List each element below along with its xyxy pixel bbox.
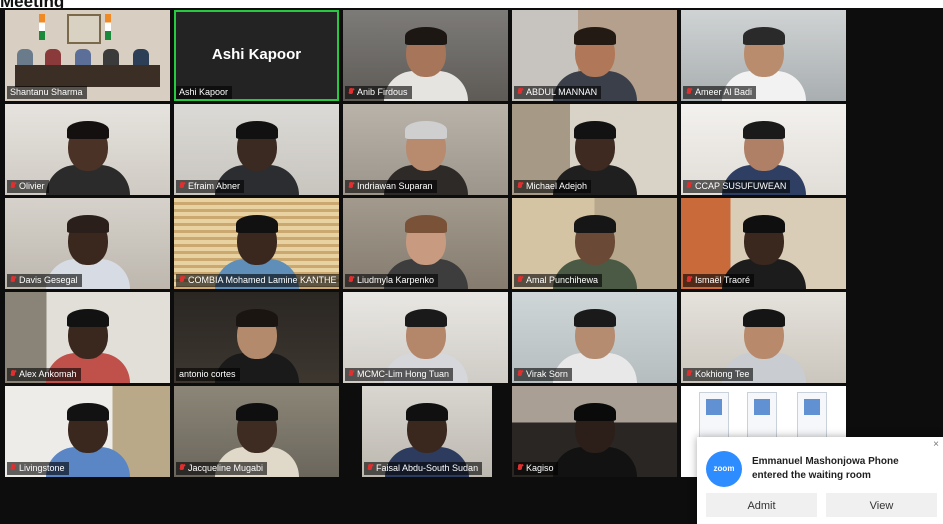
participant-name: Kokhiong Tee — [683, 368, 754, 381]
participant-tile[interactable]: Ismaël Traoré — [681, 198, 846, 289]
flag — [105, 14, 111, 40]
participant-tile[interactable]: Kagiso — [512, 386, 677, 477]
participant-name: Liudmyla Karpenko — [345, 274, 439, 287]
mic-muted-icon — [517, 182, 523, 191]
participant-tile[interactable]: Kokhiong Tee — [681, 292, 846, 383]
admit-button[interactable]: Admit — [706, 493, 817, 517]
participant-tile[interactable]: Michael Adejoh — [512, 104, 677, 195]
wall-portrait — [67, 14, 101, 44]
participant-name: Ameer Al Badi — [683, 86, 757, 99]
participant-tile[interactable]: Livingstone — [5, 386, 170, 477]
close-icon[interactable]: × — [933, 439, 939, 450]
participant-name: Shantanu Sharma — [7, 86, 87, 99]
participant-tile[interactable]: Shantanu Sharma — [5, 10, 170, 101]
mic-muted-icon — [10, 182, 16, 191]
qr-code-card — [797, 392, 827, 438]
participant-name: Ismaël Traoré — [683, 274, 755, 287]
mic-muted-icon — [686, 88, 692, 97]
mic-muted-icon — [348, 88, 354, 97]
participant-tile[interactable]: Indriawan Suparan — [343, 104, 508, 195]
mic-muted-icon — [517, 88, 523, 97]
mic-muted-icon — [367, 464, 373, 473]
participant-tile[interactable]: Liudmyla Karpenko — [343, 198, 508, 289]
participant-name: Olivier — [7, 180, 49, 193]
participant-name: Anib Firdous — [345, 86, 412, 99]
participant-name: MCMC-Lim Hong Tuan — [345, 368, 454, 381]
participant-tile[interactable]: MCMC-Lim Hong Tuan — [343, 292, 508, 383]
mic-muted-icon — [348, 370, 354, 379]
mic-muted-icon — [517, 370, 523, 379]
participant-name: Ashi Kapoor — [176, 86, 233, 99]
participant-name: Michael Adejoh — [514, 180, 592, 193]
mic-muted-icon — [686, 276, 692, 285]
mic-muted-icon — [10, 276, 16, 285]
participant-tile[interactable]: Olivier — [5, 104, 170, 195]
participant-name: Alex Ankomah — [7, 368, 81, 381]
flag — [39, 14, 45, 40]
mic-muted-icon — [179, 464, 185, 473]
participant-tile[interactable]: Faisal Abdu-South Sudan — [362, 386, 492, 477]
mic-muted-icon — [179, 276, 185, 285]
zoom-logo-icon: zoom — [706, 451, 742, 487]
participant-tile[interactable]: antonio cortes — [174, 292, 339, 383]
mic-muted-icon — [348, 276, 354, 285]
participant-name: Livingstone — [7, 462, 69, 475]
mic-muted-icon — [517, 276, 523, 285]
mic-muted-icon — [10, 464, 16, 473]
participant-tile[interactable]: Jacqueline Mugabi — [174, 386, 339, 477]
participant-name: Indriawan Suparan — [345, 180, 437, 193]
participant-tile[interactable]: CCAP SUSUFUWEAN — [681, 104, 846, 195]
participant-name: Kagiso — [514, 462, 558, 475]
participant-tile[interactable]: Amal Punchihewa — [512, 198, 677, 289]
participant-tile[interactable]: Virak Sorn — [512, 292, 677, 383]
participant-name: COMBIA Mohamed Lamine KANTHE — [176, 274, 339, 287]
participant-name: Jacqueline Mugabi — [176, 462, 268, 475]
mic-muted-icon — [10, 370, 16, 379]
mic-muted-icon — [348, 182, 354, 191]
participant-name: antonio cortes — [176, 368, 240, 381]
participant-video — [40, 117, 136, 195]
participant-tile[interactable]: Ameer Al Badi — [681, 10, 846, 101]
participant-video — [547, 399, 643, 477]
participant-name: Faisal Abdu-South Sudan — [364, 462, 483, 475]
participant-tile[interactable]: Efraim Abner — [174, 104, 339, 195]
participant-name: Efraim Abner — [176, 180, 245, 193]
participant-name: CCAP SUSUFUWEAN — [683, 180, 791, 193]
participant-tile[interactable]: Davis Gesegal — [5, 198, 170, 289]
participant-name: Virak Sorn — [514, 368, 572, 381]
view-button[interactable]: View — [826, 493, 937, 517]
participant-tile[interactable]: Anib Firdous — [343, 10, 508, 101]
conference-table — [15, 65, 160, 87]
participant-tile[interactable]: ABDUL MANNAN — [512, 10, 677, 101]
mic-muted-icon — [179, 182, 185, 191]
participant-display-name: Ashi Kapoor — [211, 46, 302, 63]
mic-muted-icon — [686, 182, 692, 191]
participant-name: Amal Punchihewa — [514, 274, 603, 287]
participant-name: ABDUL MANNAN — [514, 86, 602, 99]
participant-tile[interactable]: COMBIA Mohamed Lamine KANTHE — [174, 198, 339, 289]
waiting-room-notification: × zoom Emmanuel Mashonjowa Phone entered… — [697, 437, 943, 524]
participant-tile-active-speaker[interactable]: Ashi Kapoor Ashi Kapoor — [174, 10, 339, 101]
qr-code-card — [699, 392, 729, 438]
participant-tile[interactable]: Alex Ankomah — [5, 292, 170, 383]
participant-name: Davis Gesegal — [7, 274, 82, 287]
mic-muted-icon — [517, 464, 523, 473]
mic-muted-icon — [686, 370, 692, 379]
notification-message: Emmanuel Mashonjowa Phone entered the wa… — [752, 456, 899, 481]
qr-code-card — [747, 392, 777, 438]
